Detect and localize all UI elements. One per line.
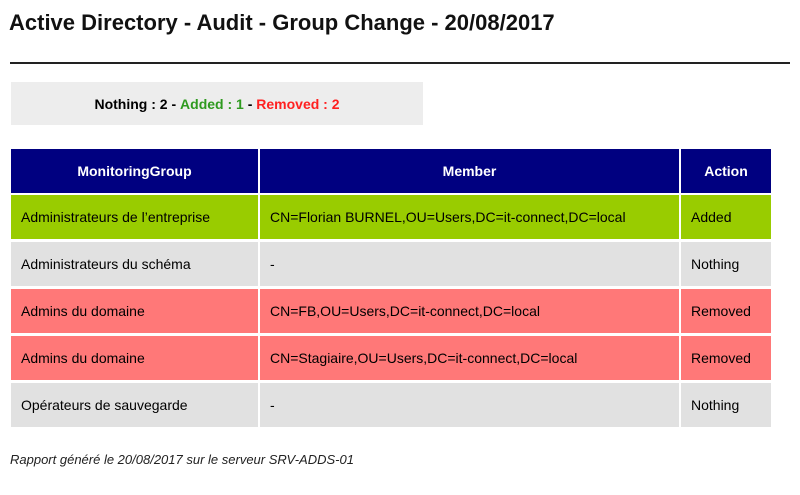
table-row: Opérateurs de sauvegarde - Nothing: [11, 381, 771, 430]
cell-action: Removed: [680, 334, 771, 383]
table-row: Admins du domaine CN=Stagiaire,OU=Users,…: [11, 334, 771, 383]
cell-action: Nothing: [680, 381, 771, 430]
table-row: Admins du domaine CN=FB,OU=Users,DC=it-c…: [11, 287, 771, 336]
table-row: Administrateurs de l’entreprise CN=Flori…: [11, 194, 771, 242]
cell-member: -: [259, 240, 681, 289]
summary-removed-count: Removed : 2: [256, 95, 340, 112]
cell-action: Removed: [680, 287, 771, 336]
cell-member: -: [259, 381, 681, 430]
cell-monitoring-group: Admins du domaine: [11, 334, 260, 383]
summary-nothing-count: Nothing : 2: [94, 95, 168, 112]
page-title: Active Directory - Audit - Group Change …: [9, 10, 555, 35]
column-header-member: Member: [259, 149, 681, 195]
cell-action: Added: [680, 194, 771, 242]
column-header-action: Action: [680, 149, 771, 195]
summary-added-count: Added : 1: [180, 95, 244, 112]
cell-monitoring-group: Administrateurs de l’entreprise: [11, 194, 260, 242]
cell-monitoring-group: Opérateurs de sauvegarde: [11, 381, 260, 430]
cell-monitoring-group: Administrateurs du schéma: [11, 240, 260, 289]
column-header-monitoring-group: MonitoringGroup: [11, 149, 260, 195]
title-divider: [10, 62, 790, 64]
group-change-table: MonitoringGroup Member Action Administra…: [11, 149, 771, 430]
summary-box: Nothing : 2 - Added : 1 - Removed : 2: [11, 82, 423, 125]
summary-separator: -: [243, 95, 257, 112]
cell-member: CN=Stagiaire,OU=Users,DC=it-connect,DC=l…: [259, 334, 681, 383]
cell-action: Nothing: [680, 240, 771, 289]
cell-monitoring-group: Admins du domaine: [11, 287, 260, 336]
report-footer: Rapport généré le 20/08/2017 sur le serv…: [10, 452, 354, 467]
table-header-row: MonitoringGroup Member Action: [11, 149, 771, 195]
cell-member: CN=FB,OU=Users,DC=it-connect,DC=local: [259, 287, 681, 336]
table-row: Administrateurs du schéma - Nothing: [11, 240, 771, 289]
cell-member: CN=Florian BURNEL,OU=Users,DC=it-connect…: [259, 194, 681, 242]
summary-separator: -: [167, 95, 181, 112]
